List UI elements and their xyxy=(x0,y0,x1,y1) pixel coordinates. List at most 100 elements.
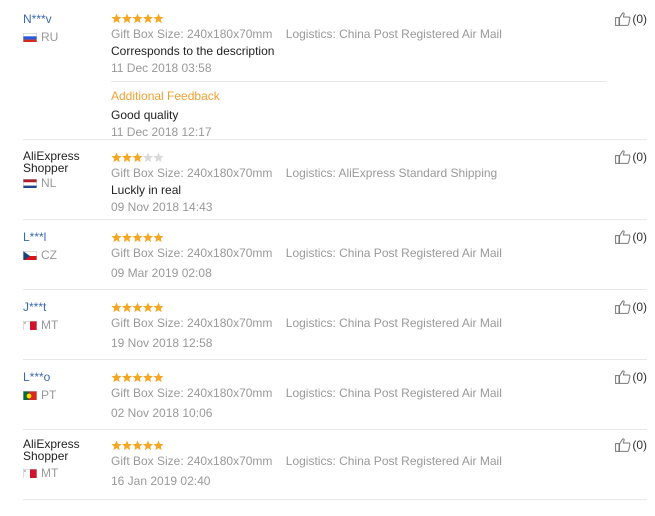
reviewer-info: L***o PT xyxy=(23,370,109,402)
helpful-count: (0) xyxy=(632,438,647,452)
gift-box-size: Gift Box Size: 240x180x70mm xyxy=(111,166,273,180)
reviewer-name[interactable]: L***o xyxy=(23,370,109,384)
review-attributes: Gift Box Size: 240x180x70mm Logistics: C… xyxy=(111,26,607,42)
helpful-count: (0) xyxy=(632,300,647,314)
reviewer-country: NL xyxy=(23,176,109,190)
thumbs-up-icon xyxy=(615,300,631,314)
helpful-button[interactable]: (0) xyxy=(615,12,647,26)
helpful-count: (0) xyxy=(632,150,647,164)
gift-box-size: Gift Box Size: 240x180x70mm xyxy=(111,246,273,260)
star-filled-icon xyxy=(142,302,154,313)
reviewer-name: AliExpress Shopper xyxy=(23,149,80,175)
additional-feedback-date: 11 Dec 2018 12:17 xyxy=(111,125,212,139)
star-filled-icon xyxy=(132,440,143,451)
helpful-count: (0) xyxy=(632,230,647,244)
star-rating xyxy=(111,152,607,164)
review-item: N***v RU Gift Box Size: 240x180x70mm Log… xyxy=(23,0,647,140)
reviewer-info: L***l CZ xyxy=(23,230,109,262)
review-date: 02 Nov 2018 10:06 xyxy=(111,406,213,420)
review-date: 19 Nov 2018 12:58 xyxy=(111,336,213,350)
star-filled-icon xyxy=(132,152,143,163)
reviewer-info: AliExpress Shopper MT xyxy=(23,438,109,480)
reviewer-name[interactable]: L***l xyxy=(23,230,109,244)
gift-box-size: Gift Box Size: 240x180x70mm xyxy=(111,386,273,400)
flag-icon xyxy=(23,178,37,188)
review-attributes: Gift Box Size: 240x180x70mm Logistics: A… xyxy=(111,165,607,181)
gift-box-size: Gift Box Size: 240x180x70mm xyxy=(111,316,273,330)
star-filled-icon xyxy=(111,152,122,163)
review-item: L***l CZ Gift Box Size: 240x180x70mm Log… xyxy=(23,220,647,290)
flag-icon xyxy=(23,390,37,400)
country-code: CZ xyxy=(41,248,57,262)
flag-icon xyxy=(23,468,37,478)
review-content: Gift Box Size: 240x180x70mm Logistics: C… xyxy=(111,302,607,351)
star-filled-icon xyxy=(153,302,164,313)
star-filled-icon xyxy=(153,440,164,451)
star-rating xyxy=(111,302,607,314)
reviewer-name[interactable]: N***v xyxy=(23,12,109,26)
flag-icon xyxy=(23,320,37,330)
review-content: Gift Box Size: 240x180x70mm Logistics: C… xyxy=(111,13,607,140)
review-date: 16 Jan 2019 02:40 xyxy=(111,474,211,488)
thumbs-up-icon xyxy=(615,12,631,26)
star-filled-icon xyxy=(121,232,133,243)
gift-box-size: Gift Box Size: 240x180x70mm xyxy=(111,27,273,41)
star-filled-icon xyxy=(111,13,122,24)
country-code: RU xyxy=(41,30,59,44)
reviewer-country: RU xyxy=(23,30,109,44)
star-filled-icon xyxy=(121,152,133,163)
star-rating xyxy=(111,232,607,244)
star-filled-icon xyxy=(153,13,164,24)
star-empty-icon xyxy=(142,152,154,163)
review-content: Gift Box Size: 240x180x70mm Logistics: A… xyxy=(111,152,607,215)
star-rating-svg xyxy=(111,232,164,243)
helpful-count: (0) xyxy=(632,12,647,26)
star-filled-icon xyxy=(111,372,122,383)
helpful-button[interactable]: (0) xyxy=(615,300,647,314)
star-rating-svg xyxy=(111,372,164,383)
review-content: Gift Box Size: 240x180x70mm Logistics: C… xyxy=(111,372,607,421)
star-filled-icon xyxy=(132,13,143,24)
star-rating-svg xyxy=(111,440,164,451)
review-text: Corresponds to the description xyxy=(111,44,275,58)
star-filled-icon xyxy=(132,232,143,243)
star-filled-icon xyxy=(121,372,133,383)
reviewer-country: CZ xyxy=(23,248,109,262)
logistics: Logistics: China Post Registered Air Mai… xyxy=(285,316,502,330)
star-filled-icon xyxy=(111,302,122,313)
review-item: AliExpress Shopper NL Gift Box Size: 240… xyxy=(23,140,647,220)
helpful-button[interactable]: (0) xyxy=(615,230,647,244)
country-code: MT xyxy=(41,466,59,480)
helpful-button[interactable]: (0) xyxy=(615,438,647,452)
country-code: PT xyxy=(41,388,57,402)
star-rating-svg xyxy=(111,302,164,313)
star-filled-icon xyxy=(142,372,154,383)
review-item: AliExpress Shopper MT Gift Box Size: 240… xyxy=(23,430,647,500)
review-content: Gift Box Size: 240x180x70mm Logistics: C… xyxy=(111,232,607,281)
review-text: Luckly in real xyxy=(111,183,182,197)
helpful-button[interactable]: (0) xyxy=(615,150,647,164)
gift-box-size: Gift Box Size: 240x180x70mm xyxy=(111,454,273,468)
star-filled-icon xyxy=(142,440,154,451)
star-filled-icon xyxy=(121,13,133,24)
reviewer-country: MT xyxy=(23,466,109,480)
logistics: Logistics: China Post Registered Air Mai… xyxy=(285,386,502,400)
star-rating-svg xyxy=(111,13,164,24)
country-code: NL xyxy=(41,176,57,190)
review-date: 11 Dec 2018 03:58 xyxy=(111,61,212,75)
review-attributes: Gift Box Size: 240x180x70mm Logistics: C… xyxy=(111,385,607,401)
star-rating xyxy=(111,440,607,452)
reviewer-country: MT xyxy=(23,318,109,332)
star-empty-icon xyxy=(153,152,164,163)
helpful-button[interactable]: (0) xyxy=(615,370,647,384)
logistics: Logistics: China Post Registered Air Mai… xyxy=(285,246,502,260)
reviewer-country: PT xyxy=(23,388,109,402)
star-rating xyxy=(111,13,607,25)
review-date: 09 Nov 2018 14:43 xyxy=(111,200,213,214)
star-rating xyxy=(111,372,607,384)
additional-feedback-text: Good quality xyxy=(111,108,179,122)
star-filled-icon xyxy=(132,302,143,313)
logistics: Logistics: AliExpress Standard Shipping xyxy=(285,166,498,180)
reviewer-name[interactable]: J***t xyxy=(23,300,109,314)
review-attributes: Gift Box Size: 240x180x70mm Logistics: C… xyxy=(111,245,607,261)
